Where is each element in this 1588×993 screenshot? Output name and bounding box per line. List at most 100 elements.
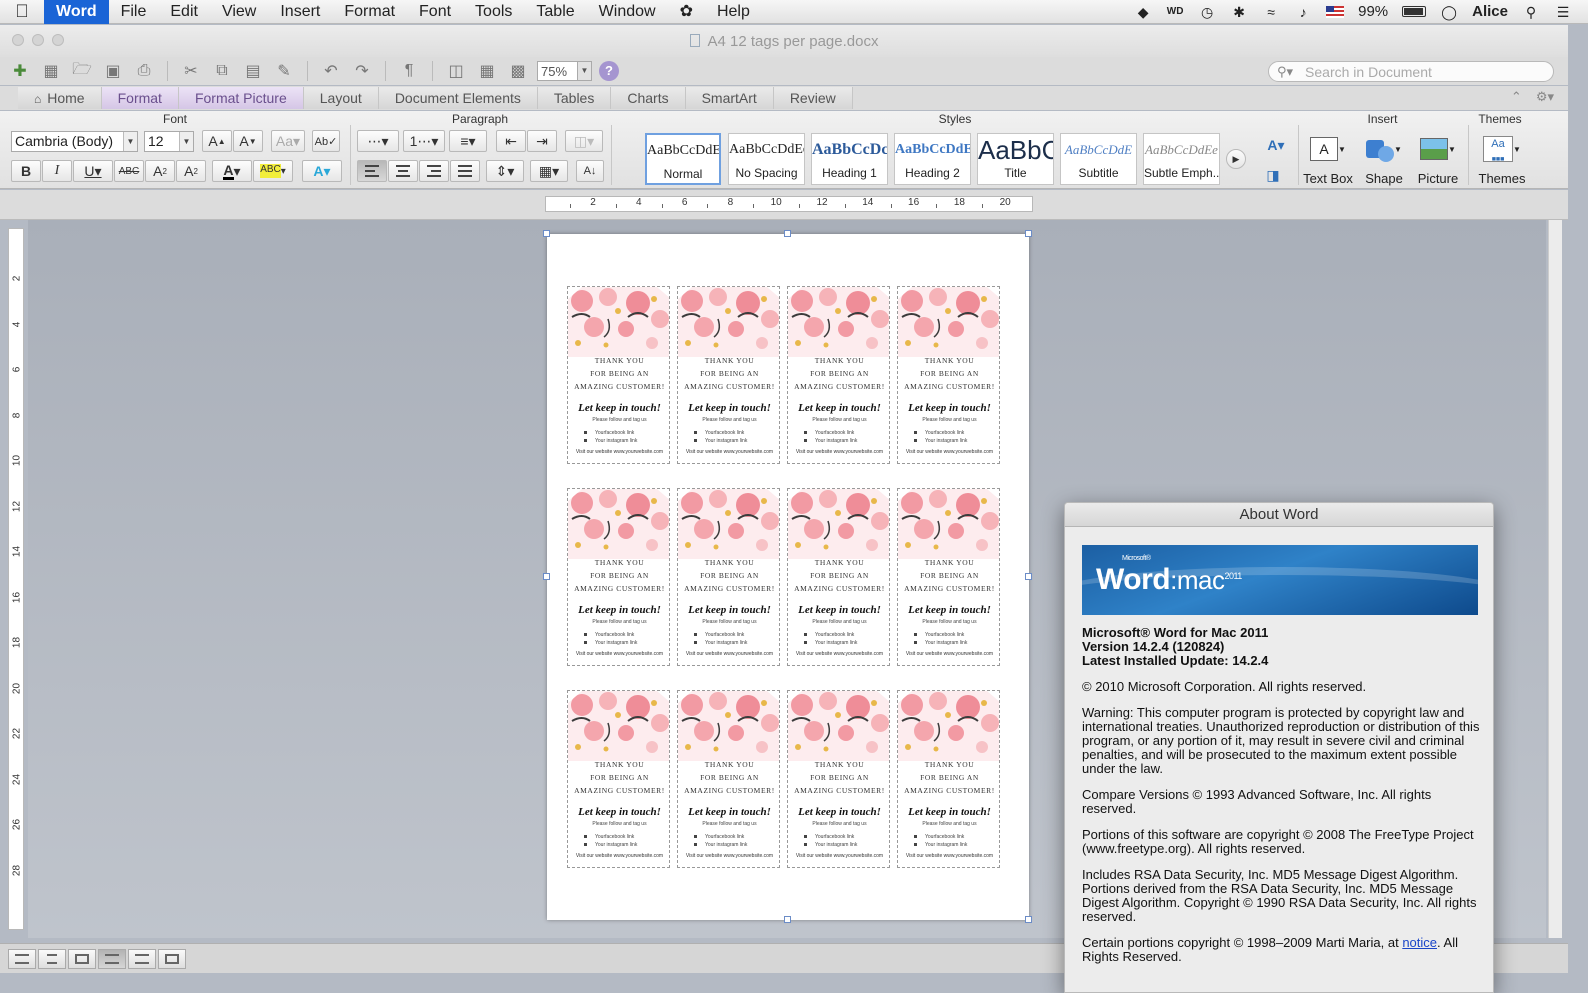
document-page[interactable]: THANK YOU FOR BEING AN AMAZING CUSTOMER! Le… [543,230,1032,923]
help-icon[interactable]: ? [599,61,619,81]
search-input[interactable]: ⚲▾ Search in Document [1268,61,1554,82]
selection-handle[interactable] [784,916,791,923]
style-subtitle[interactable]: AaBbCcDdE Subtitle [1060,133,1137,185]
print-layout-view-button[interactable] [98,949,126,969]
menu-edit[interactable]: Edit [158,0,210,24]
selection-handle[interactable] [1025,230,1032,237]
battery-icon[interactable] [1402,6,1427,17]
selection-handle[interactable] [1025,916,1032,923]
full-screen-view-button[interactable] [158,949,186,969]
gift-tag[interactable]: THANK YOU FOR BEING AN AMAZING CUSTOMER! Le… [787,488,890,666]
gift-tag[interactable]: THANK YOU FOR BEING AN AMAZING CUSTOMER! Le… [567,488,670,666]
shrink-font-button[interactable]: A ▼ [233,130,263,152]
selection-handle[interactable] [543,230,550,237]
style-normal[interactable]: AaBbCcDdEe Normal [645,133,721,185]
insert-shape-button[interactable]: ▼ Shape [1356,133,1412,186]
dropbox-icon[interactable]: ◆ [1134,4,1152,20]
selection-handle[interactable] [1025,573,1032,580]
superscript-button[interactable]: A2 [145,160,175,182]
redo-icon[interactable]: ↷ [350,60,374,82]
font-size-select[interactable]: 12 ▼ [144,131,194,152]
zoom-select[interactable]: 75% ▼ [537,61,592,81]
gift-tag[interactable]: THANK YOU FOR BEING AN AMAZING CUSTOMER! Le… [677,488,780,666]
tab-tables[interactable]: Tables [537,87,612,109]
bold-button[interactable]: B [11,160,41,182]
scripts-menu-icon[interactable]: ✿ [668,0,705,24]
multilevel-list-button[interactable]: ≡▾ [449,130,487,152]
gift-tag[interactable]: THANK YOU FOR BEING AN AMAZING CUSTOMER! Le… [897,488,1000,666]
menu-font[interactable]: Font [407,0,463,24]
menu-app-name[interactable]: Word [44,0,109,24]
gift-tag[interactable]: THANK YOU FOR BEING AN AMAZING CUSTOMER! Le… [677,286,780,464]
subscript-button[interactable]: A2 [176,160,206,182]
new-document-icon[interactable]: ✚ [8,60,32,82]
align-center-button[interactable] [388,160,418,182]
gift-tag[interactable]: THANK YOU FOR BEING AN AMAZING CUSTOMER! Le… [897,690,1000,868]
gift-tag[interactable]: THANK YOU FOR BEING AN AMAZING CUSTOMER! Le… [897,286,1000,464]
copy-icon[interactable]: ⧉ [210,60,234,82]
show-formatting-icon[interactable]: ¶ [397,60,421,82]
tab-home[interactable]: ⌂ Home [18,87,102,109]
menu-format[interactable]: Format [332,0,407,24]
styles-pane-icon[interactable]: ◨ [1260,165,1286,185]
open-icon[interactable]: 🗁 [70,60,94,82]
justify-button[interactable] [450,160,480,182]
notice-link[interactable]: notice [1402,935,1437,950]
undo-icon[interactable]: ↶ [319,60,343,82]
numbering-button[interactable]: 1⋯▾ [403,130,445,152]
grow-font-button[interactable]: A ▲ [202,130,232,152]
apple-icon[interactable]:  [0,1,44,22]
print-icon[interactable]: ⎙ [132,60,156,82]
text-effects-button[interactable]: A▾ [302,160,342,182]
style-heading-1[interactable]: AaBbCcDc Heading 1 [811,133,888,185]
templates-icon[interactable]: ▦ [39,60,63,82]
volume-icon[interactable]: ♪ [1294,4,1312,20]
toolbox-icon[interactable]: ▩ [506,60,530,82]
vertical-scrollbar[interactable] [1548,220,1562,938]
styles-next-icon[interactable]: ▶ [1226,149,1246,169]
sort-button[interactable]: A↓ [576,160,604,182]
style-subtle-emphasis[interactable]: AaBbCcDdEe Subtle Emph... [1143,133,1220,185]
columns-button[interactable]: ◫▾ [565,130,603,152]
menu-help[interactable]: Help [705,0,762,24]
save-icon[interactable]: ▣ [101,60,125,82]
gift-tag[interactable]: THANK YOU FOR BEING AN AMAZING CUSTOMER! Le… [567,286,670,464]
highlight-button[interactable]: ABC ▾ [253,160,293,182]
gift-tag[interactable]: THANK YOU FOR BEING AN AMAZING CUSTOMER! Le… [787,286,890,464]
media-browser-icon[interactable]: ▦ [475,60,499,82]
input-source-flag-icon[interactable] [1326,5,1345,18]
menu-view[interactable]: View [210,0,268,24]
gift-tag[interactable]: THANK YOU FOR BEING AN AMAZING CUSTOMER! Le… [567,690,670,868]
selection-handle[interactable] [784,230,791,237]
clear-formatting-button[interactable]: Ab✓ [312,130,340,152]
italic-button[interactable]: I [42,160,72,182]
menu-insert[interactable]: Insert [268,0,332,24]
battery-percent[interactable]: 99% [1358,3,1388,20]
tab-smartart[interactable]: SmartArt [685,87,774,109]
font-color-button[interactable]: A ▾ [212,160,252,182]
selection-handle[interactable] [543,573,550,580]
change-case-button[interactable]: Aa▾ [271,130,305,152]
tab-charts[interactable]: Charts [611,87,686,109]
outline-view-button[interactable] [38,949,66,969]
publishing-layout-view-button[interactable] [68,949,96,969]
spotlight-icon[interactable]: ⚲ [1522,4,1540,20]
style-title[interactable]: AaBbC Title [977,133,1054,185]
time-machine-icon[interactable]: ◷ [1198,4,1216,20]
insert-text-box-button[interactable]: A ▼ Text Box [1300,133,1356,186]
cut-icon[interactable]: ✂ [179,60,203,82]
gift-tag[interactable]: THANK YOU FOR BEING AN AMAZING CUSTOMER! Le… [677,690,780,868]
wd-drive-icon[interactable]: WD [1166,4,1184,20]
collapse-ribbon-icon[interactable]: ⌃ [1511,89,1522,105]
line-spacing-button[interactable]: ⇕▾ [486,160,524,182]
menu-table[interactable]: Table [524,0,586,24]
gift-tag[interactable]: THANK YOU FOR BEING AN AMAZING CUSTOMER! Le… [787,690,890,868]
increase-indent-button[interactable]: ⇥ [527,130,557,152]
style-heading-2[interactable]: AaBbCcDdEe Heading 2 [894,133,971,185]
clock-icon[interactable]: ◯ [1440,4,1458,20]
menu-file[interactable]: File [109,0,159,24]
tab-document-elements[interactable]: Document Elements [378,87,538,109]
vertical-ruler[interactable]: 2 4 6 8 10 12 14 16 18 20 22 24 26 28 [8,228,24,930]
menu-window[interactable]: Window [587,0,668,24]
bullets-button[interactable]: ⋯▾ [357,130,399,152]
